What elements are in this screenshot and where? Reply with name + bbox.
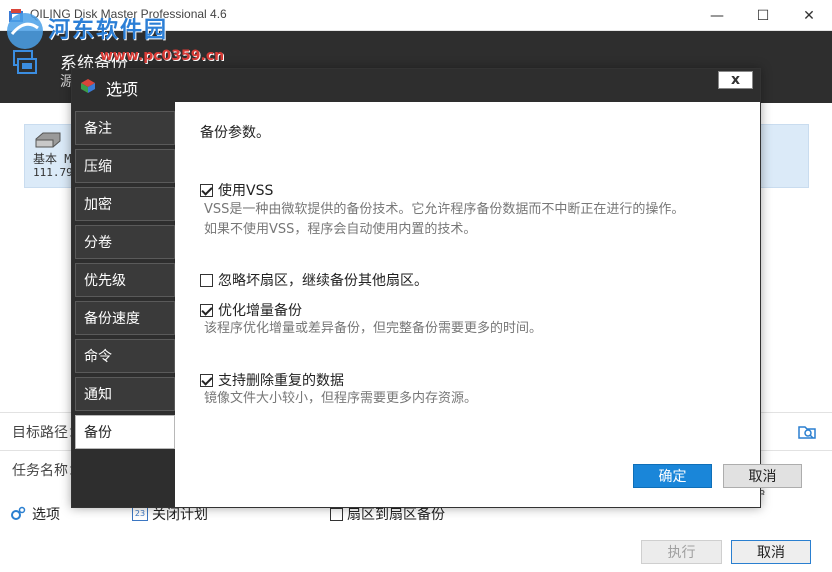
option-label: 使用VSS [218,183,274,199]
sidebar-item-backup[interactable]: 备份 [75,415,175,449]
minimize-button[interactable]: — [694,0,740,31]
option-description: 镜像文件大小较小，但程序需要更多内存资源。 [204,391,478,406]
maximize-button[interactable]: ☐ [740,0,786,31]
option-label: 优化增量备份 [218,303,302,319]
option-description: VSS是一种由微软提供的备份技术。它允许程序备份数据而不中断正在进行的操作。 [204,202,685,217]
system-backup-icon [13,50,37,74]
checkbox[interactable] [200,183,213,197]
deduplication-option[interactable]: 支持删除重复的数据 [200,370,344,390]
checkbox[interactable] [200,303,213,317]
sidebar-item-backup-speed[interactable]: 备份速度 [75,301,175,335]
dialog-title: 选项 [106,80,139,99]
browse-folder-icon[interactable] [797,423,817,441]
close-window-button[interactable]: ✕ [786,0,832,31]
checkbox[interactable] [200,273,213,287]
option-description: 该程序优化增量或差异备份，但完整备份需要更多的时间。 [204,321,543,336]
sidebar-item-split[interactable]: 分卷 [75,225,175,259]
dialog-body: 备份参数。 使用VSS VSS是一种由微软提供的备份技术。它允许程序备份数据而不… [175,102,802,507]
app-logo-icon [81,79,95,93]
ok-button[interactable]: 确定 [633,464,712,488]
optimize-incremental-option[interactable]: 优化增量备份 [200,300,302,320]
sidebar-item-notes[interactable]: 备注 [75,111,175,145]
dialog-close-button[interactable]: x [718,71,753,89]
ignore-bad-sectors-option[interactable]: 忽略坏扇区，继续备份其他扇区。 [200,270,428,290]
option-description: 如果不使用VSS，程序会自动使用内置的技术。 [204,222,477,237]
gear-icon [11,506,26,520]
sidebar-item-encryption[interactable]: 加密 [75,187,175,221]
disk-name: 基本 M [33,152,72,166]
sidebar-item-compression[interactable]: 压缩 [75,149,175,183]
use-vss-option[interactable]: 使用VSS [200,180,273,200]
options-link[interactable]: 选项 [10,504,60,524]
options-dialog: 选项 x 备注 压缩 加密 分卷 优先级 备份速度 命令 通知 备份 备份参数。… [71,68,802,508]
dialog-cancel-button[interactable]: 取消 [723,464,802,488]
option-label: 支持删除重复的数据 [218,373,344,389]
backup-params-title: 备份参数。 [200,125,270,141]
option-label: 忽略坏扇区，继续备份其他扇区。 [218,273,428,289]
dialog-titlebar: 选项 x [72,69,760,102]
sidebar-item-priority[interactable]: 优先级 [75,263,175,297]
checkbox[interactable] [330,507,343,521]
sidebar-item-notification[interactable]: 通知 [75,377,175,411]
window-titlebar: QILING Disk Master Professional 4.6 — ☐ … [0,0,832,31]
options-sidebar: 备注 压缩 加密 分卷 优先级 备份速度 命令 通知 备份 [72,102,175,507]
cancel-button[interactable]: 取消 [731,540,811,564]
hard-disk-icon [35,132,61,148]
checkbox[interactable] [200,373,213,387]
sidebar-item-command[interactable]: 命令 [75,339,175,373]
calendar-icon: 23 [132,507,148,521]
execute-button[interactable]: 执行 [641,540,722,564]
disk-size: 111.79 [33,166,73,179]
window-title: QILING Disk Master Professional 4.6 [30,7,227,21]
options-label: 选项 [32,507,60,523]
app-logo-icon [9,9,23,22]
